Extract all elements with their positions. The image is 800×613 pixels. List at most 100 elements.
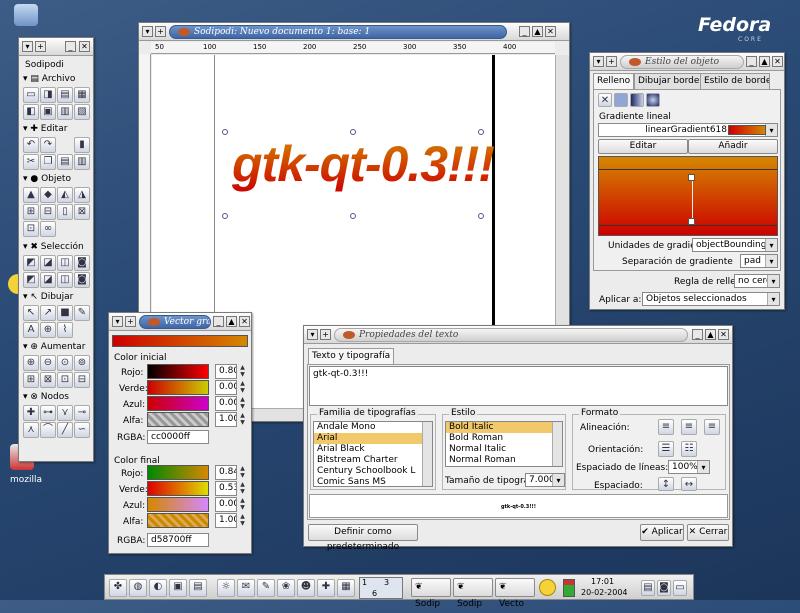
selection-handle[interactable] — [478, 213, 484, 219]
selection-handle[interactable] — [478, 129, 484, 135]
end-green-slider[interactable] — [147, 481, 209, 496]
section-objeto[interactable]: ▾ ● Objeto — [23, 174, 71, 184]
undo-icon[interactable]: ↶ — [23, 137, 39, 153]
zoom-1-icon[interactable]: ⊙ — [57, 355, 73, 371]
radial-gradient-icon[interactable] — [646, 93, 660, 107]
end-blue-value[interactable]: 0.00 — [215, 497, 237, 512]
delete-icon[interactable]: ▮ — [74, 137, 90, 153]
zoom-selection-icon[interactable]: ⊡ — [57, 372, 73, 388]
section-archivo[interactable]: ▾ ▤ Archivo — [23, 74, 75, 84]
group-icon[interactable]: ▲ — [23, 187, 39, 203]
selection-handle[interactable] — [350, 129, 356, 135]
close-button[interactable]: ✕ — [79, 41, 90, 52]
terminal-icon[interactable]: ▣ — [169, 579, 187, 597]
web-browser-icon[interactable]: ◍ — [129, 579, 147, 597]
letter-spacing-icon[interactable]: ↕ — [658, 477, 674, 491]
game-icon[interactable]: ☻ — [297, 579, 315, 597]
spin-arrows[interactable]: ▲ ▼ — [239, 396, 246, 411]
open-file-icon[interactable]: ◨ — [40, 87, 56, 103]
raise-icon[interactable]: ⊞ — [23, 204, 39, 220]
pager-desktop[interactable]: 3 — [384, 578, 389, 587]
align-center-icon[interactable]: ≡ — [681, 419, 697, 435]
section-seleccion[interactable]: ▾ ✖ Selección — [23, 242, 84, 252]
font-size-combo[interactable]: 7.000 — [525, 473, 565, 487]
pin-button[interactable]: + — [155, 26, 166, 37]
chat-icon[interactable]: ✎ — [257, 579, 275, 597]
pen-tool-icon[interactable]: ✎ — [74, 305, 90, 321]
redo-icon[interactable]: ↷ — [40, 137, 56, 153]
selection-handle[interactable] — [222, 213, 228, 219]
end-blue-slider[interactable] — [147, 497, 209, 512]
battery-icon[interactable] — [563, 579, 575, 597]
fish-icon[interactable]: ❀ — [277, 579, 295, 597]
zoom-in-icon[interactable]: ⊕ — [23, 355, 39, 371]
gradient-spread-combo[interactable]: pad — [740, 254, 778, 268]
minimize-button[interactable]: _ — [65, 41, 76, 52]
zoom-tool-icon[interactable]: ⊕ — [40, 322, 56, 338]
monitor-icon[interactable]: ▦ — [337, 579, 355, 597]
open-folder-icon[interactable]: ◧ — [23, 104, 39, 120]
import-icon[interactable]: ▧ — [74, 104, 90, 120]
select-lower-icon[interactable]: ◫ — [57, 255, 73, 271]
ungroup-icon[interactable]: ◆ — [40, 187, 56, 203]
no-paint-icon[interactable]: ✕ — [598, 93, 612, 107]
minimize-button[interactable]: _ — [519, 26, 530, 37]
gradient-units-combo[interactable]: objectBoundingBox — [692, 238, 778, 252]
task-button-sodipodi[interactable]: ❦ Sodip — [411, 578, 451, 609]
align-right-icon[interactable]: ≡ — [704, 419, 720, 435]
menu-button[interactable]: ▾ — [112, 316, 123, 327]
spin-arrows[interactable]: ▲ ▼ — [239, 364, 246, 379]
node-cusp-icon[interactable]: ⋏ — [23, 422, 39, 438]
section-nodos[interactable]: ▾ ⊗ Nodos — [23, 392, 69, 402]
tab-estilo-borde[interactable]: Estilo de borde — [700, 73, 770, 89]
list-item-selected[interactable]: Arial — [314, 433, 432, 444]
list-item[interactable]: Comic Sans MS — [314, 477, 432, 486]
apply-to-combo[interactable]: Objetos seleccionados — [642, 292, 780, 306]
pin-button[interactable]: + — [606, 56, 617, 67]
list-item[interactable]: Bold Roman — [446, 433, 562, 444]
set-default-button[interactable]: Definir como predeterminado — [308, 524, 418, 552]
close-button[interactable]: ✕ — [772, 56, 783, 67]
save-icon[interactable]: ▣ — [40, 104, 56, 120]
font-family-list[interactable]: Andale Mono Arial Arial Black Bitstream … — [313, 421, 433, 487]
add-gradient-button[interactable]: Añadir — [688, 139, 778, 154]
network-icon[interactable]: ◙ — [657, 580, 671, 596]
duplicate-icon[interactable]: ▥ — [74, 154, 90, 170]
text-tool-icon[interactable]: A — [23, 322, 39, 338]
select-same-icon[interactable]: ◙ — [74, 272, 90, 288]
screen-icon[interactable]: ▭ — [673, 580, 687, 596]
flip-vertical-icon[interactable]: ◮ — [74, 187, 90, 203]
start-red-slider[interactable] — [147, 364, 209, 379]
start-green-slider[interactable] — [147, 380, 209, 395]
pager-desktop[interactable]: 1 — [362, 578, 367, 587]
tab-relleno[interactable]: Relleno — [593, 73, 635, 89]
clipboard-icon[interactable]: ▤ — [641, 580, 655, 596]
transform-icon[interactable]: ⊠ — [74, 204, 90, 220]
node-insert-icon[interactable]: ✚ — [23, 405, 39, 421]
lower-icon[interactable]: ⊟ — [40, 204, 56, 220]
end-alpha-value[interactable]: 1.00 — [215, 513, 237, 528]
list-item[interactable]: Century Schoolbook L — [314, 466, 432, 477]
start-green-value[interactable]: 0.00 — [215, 380, 237, 395]
kde-menu-icon[interactable]: ✤ — [109, 579, 127, 597]
pointer-tool-icon[interactable]: ↖ — [23, 305, 39, 321]
tab-dibujar-borde[interactable]: Dibujar borde — [634, 73, 704, 89]
horizontal-orientation-icon[interactable]: ☰ — [658, 441, 674, 457]
apply-button[interactable]: ✔ Aplicar — [640, 524, 684, 541]
office-icon[interactable]: ▤ — [189, 579, 207, 597]
section-dibujar[interactable]: ▾ ↖ Dibujar — [23, 292, 73, 302]
spin-arrows[interactable]: ▲ ▼ — [239, 412, 246, 427]
object-to-path-icon[interactable]: ⊡ — [23, 221, 39, 237]
node-delete-icon[interactable]: ⊶ — [40, 405, 56, 421]
selection-handle[interactable] — [350, 213, 356, 219]
new-file-icon[interactable]: ▭ — [23, 87, 39, 103]
zoom-2-icon[interactable]: ⊚ — [74, 355, 90, 371]
start-red-value[interactable]: 0.80 — [215, 364, 237, 379]
pin-button[interactable]: + — [320, 329, 331, 340]
select-invert-icon[interactable]: ◫ — [57, 272, 73, 288]
paste-icon[interactable]: ▤ — [57, 154, 73, 170]
combine-icon[interactable]: ∞ — [40, 221, 56, 237]
list-item[interactable]: Arial Black — [314, 444, 432, 455]
minimize-button[interactable]: _ — [692, 329, 703, 340]
pin-button[interactable]: + — [35, 41, 46, 52]
